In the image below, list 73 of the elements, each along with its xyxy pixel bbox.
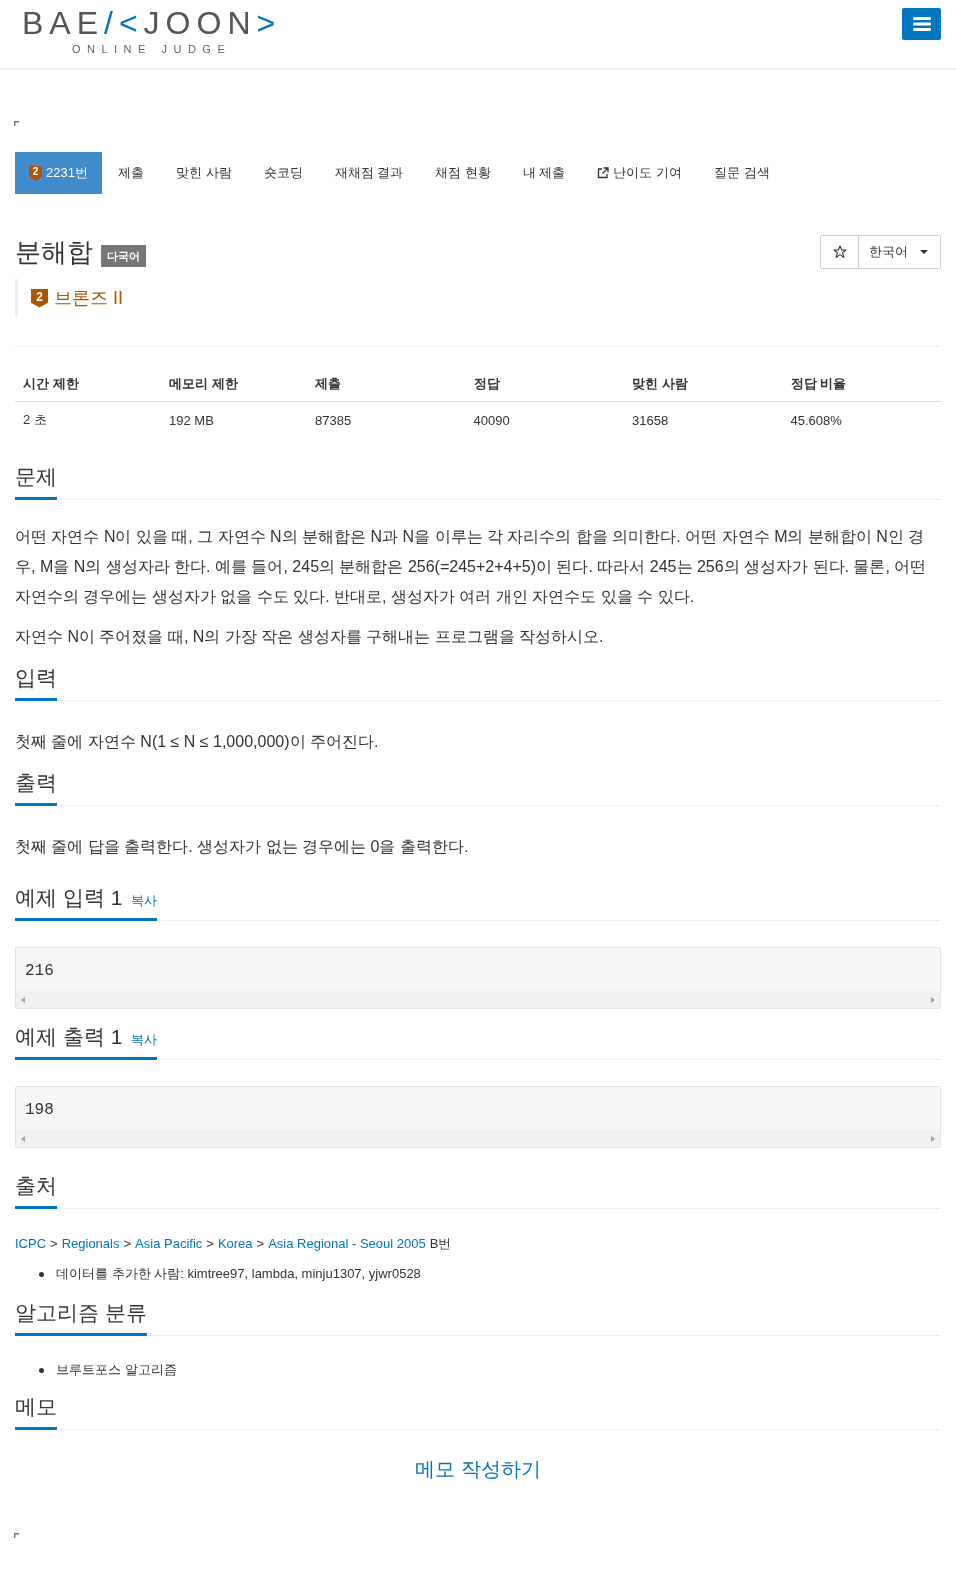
tab[interactable]: 질문 검색 <box>698 152 786 194</box>
corner-mark-icon <box>14 121 19 126</box>
right-arrow-icon[interactable] <box>931 996 935 1003</box>
tier-badge: 2 <box>29 165 42 181</box>
section-heading: 예제 입력 1 <box>15 885 123 911</box>
sample-text: 216 <box>24 961 55 982</box>
algorithm-tag-link[interactable]: 브루트포스 알고리즘 <box>56 1355 177 1385</box>
right-arrow-icon[interactable] <box>931 1135 935 1142</box>
table-cell: 87385 <box>307 401 466 438</box>
tab[interactable]: 재채점 결과 <box>318 152 420 194</box>
menu-button[interactable] <box>902 8 941 40</box>
table-cell: 45.608% <box>782 401 941 438</box>
tab[interactable]: 난이도 기여 <box>581 152 699 194</box>
table-cell: 2 초 <box>15 401 161 438</box>
tab[interactable]: 채점 현황 <box>419 152 507 194</box>
tier-link[interactable]: 2 브론즈 II <box>31 286 123 310</box>
corner-mark-icon <box>14 1533 19 1538</box>
logo[interactable]: BAE/<JOON> ONLINE JUDGE <box>22 6 282 56</box>
copy-link[interactable]: 복사 <box>131 892 158 910</box>
section-heading: 메모 <box>15 1394 57 1420</box>
external-link-icon <box>597 167 610 179</box>
menu-icon <box>912 17 931 31</box>
source-link[interactable]: Asia Pacific <box>135 1229 203 1259</box>
section-heading: 출력 <box>15 770 57 796</box>
problem-text: 첫째 줄에 답을 출력한다. 생성자가 없는 경우에는 0을 출력한다. <box>15 837 470 857</box>
language-badge: 다국어 <box>101 245 146 267</box>
table-cell: 31658 <box>624 401 783 438</box>
left-arrow-icon[interactable] <box>21 996 25 1003</box>
sample-text: 198 <box>24 1100 55 1121</box>
contributors-text: 데이터를 추가한 사람: kimtree97, lambda, minju1307, yjwr0528 <box>56 1265 421 1283</box>
source-link[interactable]: ICPC <box>15 1229 47 1259</box>
problem-text: 자연수 N이 주어졌을 때, N의 가장 작은 생성자를 구해내는 프로그램을 작성하시오. <box>15 627 605 647</box>
horizontal-scrollbar[interactable] <box>16 991 940 1008</box>
problem-title: 분해합 <box>15 236 93 269</box>
horizontal-scrollbar[interactable] <box>16 1130 940 1147</box>
column-header: 메모리 제한 <box>161 367 307 402</box>
breadcrumb-separator: > <box>256 1235 265 1253</box>
section-heading: 출처 <box>15 1173 57 1199</box>
breadcrumb-separator: > <box>206 1235 214 1253</box>
source-suffix: B번 <box>429 1235 452 1253</box>
tab[interactable]: 내 제출 <box>506 152 582 194</box>
tab[interactable]: 제출 <box>101 152 160 194</box>
section-heading: 알고리즘 분류 <box>15 1300 147 1326</box>
caret-icon <box>920 250 928 254</box>
column-header: 정답 <box>465 367 624 402</box>
source-link[interactable]: Regionals <box>61 1229 120 1259</box>
source-link[interactable]: Korea <box>217 1229 253 1259</box>
tab[interactable]: 숏코딩 <box>247 152 319 194</box>
column-header: 정답 비율 <box>782 367 941 402</box>
language-dropdown[interactable]: 한국어 <box>859 235 941 269</box>
problem-text: 어떤 자연수 N이 있을 때, 그 자연수 N의 분해합은 N과 N을 이루는 각 자리수의 합을 의미한다. 어떤 자연수 M의 분해합이 N인 경우, M을 N의 생성자라 한다. 예를 들어, 245의 분해합은 256(=245+2+4+5)이 된다. 따라서 245는 256의 생성자가 된다. 물론, 어떤 자연수의 경우에는 생성자가 없을 수도 있다. 반대로, 생성자가 여러 개인 자연수도 있을 수 있다. <box>15 527 928 607</box>
breadcrumb-separator: > <box>123 1235 132 1253</box>
star-icon <box>832 245 847 259</box>
tab[interactable]: 2 2231번 <box>15 152 102 194</box>
column-header: 맞힌 사람 <box>624 367 783 402</box>
section-heading: 입력 <box>15 665 57 691</box>
table-cell: 192 MB <box>161 401 307 438</box>
bullet-icon <box>39 1367 44 1373</box>
copy-link[interactable]: 복사 <box>131 1031 158 1049</box>
write-memo-link[interactable]: 메모 작성하기 <box>415 1458 541 1480</box>
section-heading: 예제 출력 1 <box>15 1024 123 1050</box>
section-heading: 문제 <box>15 464 57 490</box>
left-arrow-icon[interactable] <box>21 1135 25 1142</box>
star-button[interactable] <box>820 235 859 269</box>
column-header: 제출 <box>307 367 466 402</box>
bullet-icon <box>39 1271 44 1277</box>
table-cell: 40090 <box>465 401 624 438</box>
breadcrumb-separator: > <box>50 1235 58 1253</box>
column-header: 시간 제한 <box>15 367 161 402</box>
problem-text: 첫째 줄에 자연수 N(1 ≤ N ≤ 1,000,000)이 주어진다. <box>15 732 380 752</box>
tier-badge: 2 <box>31 288 48 308</box>
source-link[interactable]: Asia Regional - Seoul 2005 <box>268 1229 426 1259</box>
tab[interactable]: 맞힌 사람 <box>159 152 248 194</box>
